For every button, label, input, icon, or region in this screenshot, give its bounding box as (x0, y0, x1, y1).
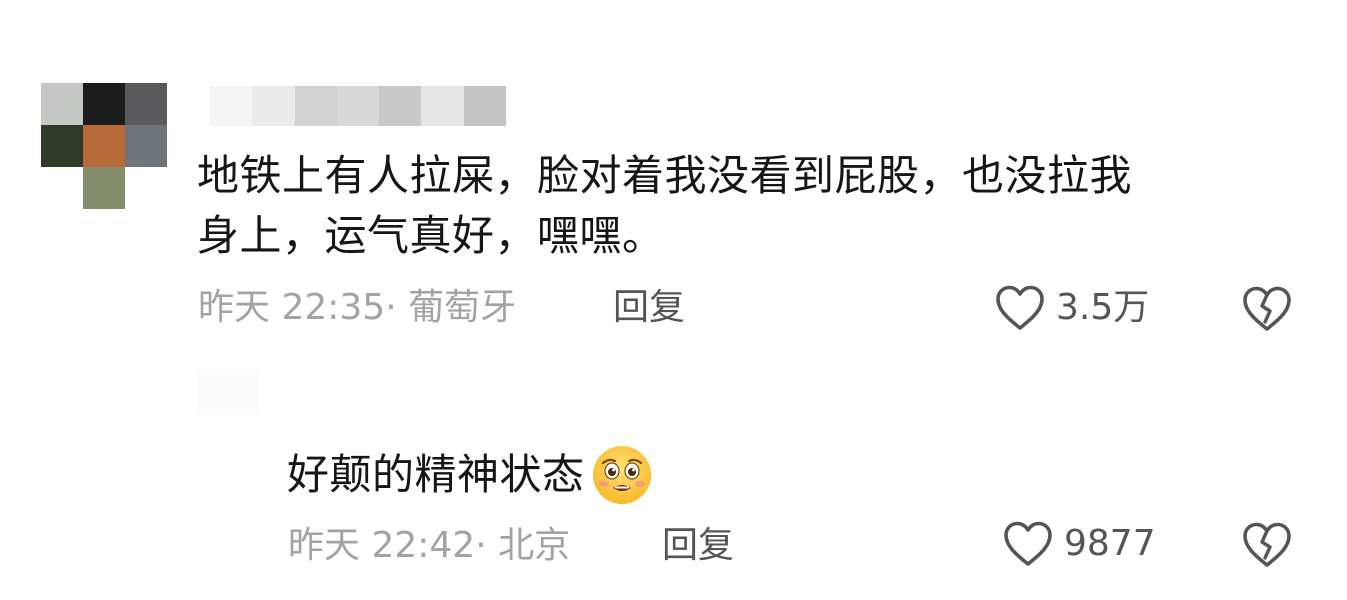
avatar-pixel (83, 125, 125, 167)
reply-button[interactable]: 回复 (613, 286, 685, 330)
blur-segment (421, 86, 464, 126)
avatar[interactable] (41, 83, 167, 209)
blur-segment (336, 86, 380, 126)
blur-segment (379, 86, 422, 126)
reply-text: 好颠的精神状态 (287, 444, 653, 506)
avatar-pixel (125, 125, 167, 167)
heart-outline-icon (996, 285, 1044, 330)
avatar-pixel (125, 83, 167, 125)
blur-segment (210, 86, 253, 126)
blur-segment (294, 86, 337, 126)
avatar-pixel (83, 83, 125, 125)
avatar-pixel (41, 125, 83, 167)
like-count: 3.5万 (1056, 287, 1150, 328)
avatar-pixel (83, 167, 125, 209)
comment-text-line: 地铁上有人拉屎，脸对着我没看到屁股，也没拉我 (197, 151, 1133, 200)
reply-meta: 昨天 22:42· 北京 (288, 525, 571, 566)
like-button[interactable]: 3.5万 (994, 284, 1149, 332)
like-button[interactable]: 9877 (1002, 520, 1156, 568)
heart-outline-icon (1004, 521, 1052, 566)
broken-heart-icon[interactable] (1240, 520, 1294, 570)
username-redacted[interactable] (210, 86, 506, 126)
pleading-face-emoji (592, 446, 651, 504)
blur-segment (252, 86, 295, 126)
reply-avatar[interactable] (198, 372, 258, 412)
like-count: 9877 (1064, 523, 1156, 564)
broken-heart-icon[interactable] (1240, 284, 1294, 334)
comment-text-line: 身上，运气真好，嘿嘿。 (197, 211, 665, 260)
reply-text-content: 好颠的精神状态 (287, 450, 585, 499)
comment-meta: 昨天 22:35· 葡萄牙 (198, 287, 517, 328)
comment-text: 地铁上有人拉屎，脸对着我没看到屁股，也没拉我 身上，运气真好，嘿嘿。 (197, 146, 1297, 266)
avatar-pixel (41, 83, 83, 125)
reply-button[interactable]: 回复 (662, 524, 734, 568)
blur-segment (463, 86, 506, 126)
